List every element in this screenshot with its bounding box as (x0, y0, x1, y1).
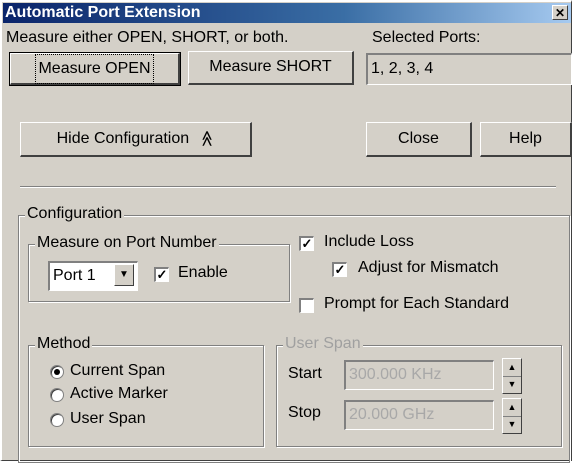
start-label: Start (288, 365, 322, 382)
start-spinner[interactable]: ▲ ▼ (502, 358, 522, 394)
hide-configuration-label: Hide Configuration (56, 130, 190, 147)
active-marker-label: Active Marker (70, 385, 168, 402)
adjust-mismatch-label: Adjust for Mismatch (358, 259, 499, 276)
configuration-legend: Configuration (25, 205, 125, 223)
port-select-value: Port 1 (53, 267, 96, 284)
prompt-each-label: Prompt for Each Standard (324, 295, 509, 312)
hide-configuration-button[interactable]: Hide Configuration ≪ (20, 122, 252, 157)
selected-ports-field[interactable]: 1, 2, 3, 4 (366, 53, 572, 85)
measure-instruction: Measure either OPEN, SHORT, or both. (6, 29, 289, 46)
close-button[interactable]: Close (366, 122, 472, 157)
chevron-down-icon[interactable]: ▼ (114, 264, 134, 286)
enable-checkbox[interactable]: ✓ (154, 267, 169, 282)
separator (20, 186, 556, 188)
measure-short-label: Measure SHORT (209, 58, 332, 75)
title-bar[interactable]: Automatic Port Extension ✕ (3, 3, 571, 23)
help-label: Help (509, 130, 542, 147)
include-loss-checkbox[interactable]: ✓ (299, 236, 314, 251)
selected-ports-label: Selected Ports: (372, 29, 481, 46)
help-button[interactable]: Help (480, 122, 572, 157)
port-number-legend: Measure on Port Number (35, 234, 219, 252)
close-icon[interactable]: ✕ (552, 5, 568, 20)
start-field[interactable]: 300.000 KHz (344, 360, 494, 390)
radio-current-span[interactable] (50, 365, 64, 379)
adjust-mismatch-checkbox[interactable]: ✓ (332, 262, 347, 277)
prompt-each-checkbox[interactable] (299, 298, 314, 313)
spin-down-icon[interactable]: ▼ (503, 376, 521, 393)
close-label: Close (398, 130, 439, 147)
radio-active-marker[interactable] (50, 388, 64, 402)
radio-user-span[interactable] (50, 413, 64, 427)
stop-label: Stop (288, 404, 321, 421)
user-span-legend: User Span (283, 335, 363, 353)
method-legend: Method (35, 335, 93, 353)
measure-short-button[interactable]: Measure SHORT (188, 51, 354, 85)
port-extension-dialog: Automatic Port Extension ✕ Measure eithe… (0, 0, 572, 463)
stop-spinner[interactable]: ▲ ▼ (502, 398, 522, 434)
spin-down-icon[interactable]: ▼ (503, 416, 521, 433)
current-span-label: Current Span (70, 362, 166, 379)
include-loss-label: Include Loss (324, 233, 414, 250)
measure-open-button[interactable]: Measure OPEN (9, 52, 181, 86)
spin-up-icon[interactable]: ▲ (503, 359, 521, 377)
window-title: Automatic Port Extension (5, 4, 201, 21)
spin-up-icon[interactable]: ▲ (503, 399, 521, 417)
stop-field[interactable]: 20.000 GHz (344, 400, 494, 430)
user-span-option-label: User Span (70, 410, 146, 427)
measure-open-label: Measure OPEN (35, 54, 154, 84)
chevron-double-up-icon: ≪ (197, 130, 215, 147)
enable-label: Enable (178, 264, 228, 281)
